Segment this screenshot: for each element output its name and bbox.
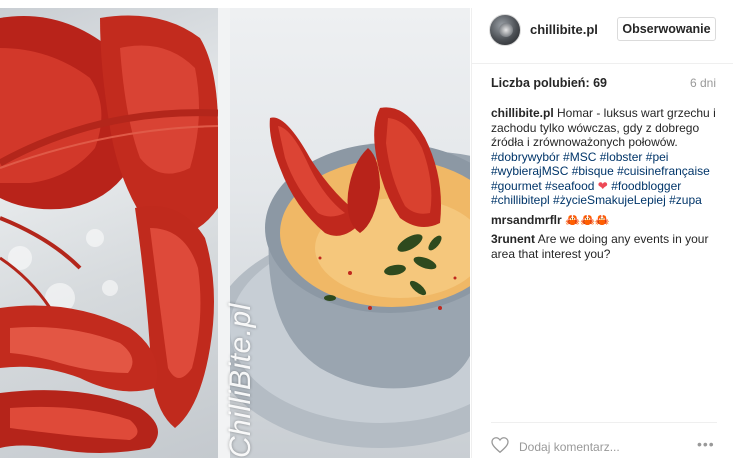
comment-author[interactable]: mrsandmrflr xyxy=(491,213,562,227)
heart-emoji-icon: ❤ xyxy=(597,178,608,193)
heart-outline-icon[interactable] xyxy=(491,437,509,453)
comment: mrsandmrflr 🦀🦀🦀 xyxy=(491,213,719,228)
bisque-illustration xyxy=(230,107,470,448)
likes-number: 69 xyxy=(593,76,607,90)
comment: 3runent Are we doing any events in your … xyxy=(491,232,719,261)
post-sidebar: chillibite.pl Obserwowanie Liczba polubi… xyxy=(471,8,733,458)
lobster-ice-panel xyxy=(0,8,218,458)
hashtag[interactable]: #cuisinefrançaise xyxy=(617,164,710,178)
comment-bar: ••• xyxy=(491,422,717,456)
likes-label: Liczba polubień: xyxy=(491,76,590,90)
caption: chillibite.pl Homar - luksus wart grzech… xyxy=(491,106,719,208)
watermark-text: ChilliBite.pl xyxy=(224,303,257,458)
comments-list: chillibite.pl Homar - luksus wart grzech… xyxy=(491,106,719,266)
hashtag[interactable]: #życieSmakujeLepiej xyxy=(553,193,666,207)
hashtag[interactable]: #seafood xyxy=(545,179,594,193)
post-image[interactable]: ChilliBite.pl xyxy=(0,8,470,458)
hashtag[interactable]: #zupa xyxy=(669,193,702,207)
hashtag[interactable]: #pei xyxy=(646,150,669,164)
comment-author[interactable]: 3runent xyxy=(491,232,535,246)
likes-count[interactable]: Liczba polubień: 69 xyxy=(491,76,607,90)
hashtag[interactable]: #dobrywybór xyxy=(491,150,560,164)
avatar[interactable] xyxy=(489,14,521,46)
comment-input[interactable] xyxy=(519,439,689,455)
hashtag[interactable]: #wybierajMSC xyxy=(491,164,568,178)
following-button[interactable]: Obserwowanie xyxy=(617,17,716,41)
bisque-bowl-panel xyxy=(230,8,470,458)
post-age: 6 dni xyxy=(689,76,716,90)
username-link[interactable]: chillibite.pl xyxy=(530,22,598,37)
caption-author[interactable]: chillibite.pl xyxy=(491,106,554,120)
hashtag[interactable]: #chillibitepl xyxy=(491,193,550,207)
hashtag[interactable]: #lobster xyxy=(600,150,643,164)
post-header: chillibite.pl Obserwowanie xyxy=(472,8,733,64)
hashtag[interactable]: #gourmet xyxy=(491,179,542,193)
hashtag[interactable]: #bisque xyxy=(572,164,614,178)
comment-text: 🦀🦀🦀 xyxy=(565,212,610,227)
hashtag[interactable]: #foodblogger xyxy=(611,179,681,193)
lobster-illustration xyxy=(0,15,218,453)
hashtag[interactable]: #MSC xyxy=(563,150,596,164)
ellipsis-icon[interactable]: ••• xyxy=(697,436,715,452)
